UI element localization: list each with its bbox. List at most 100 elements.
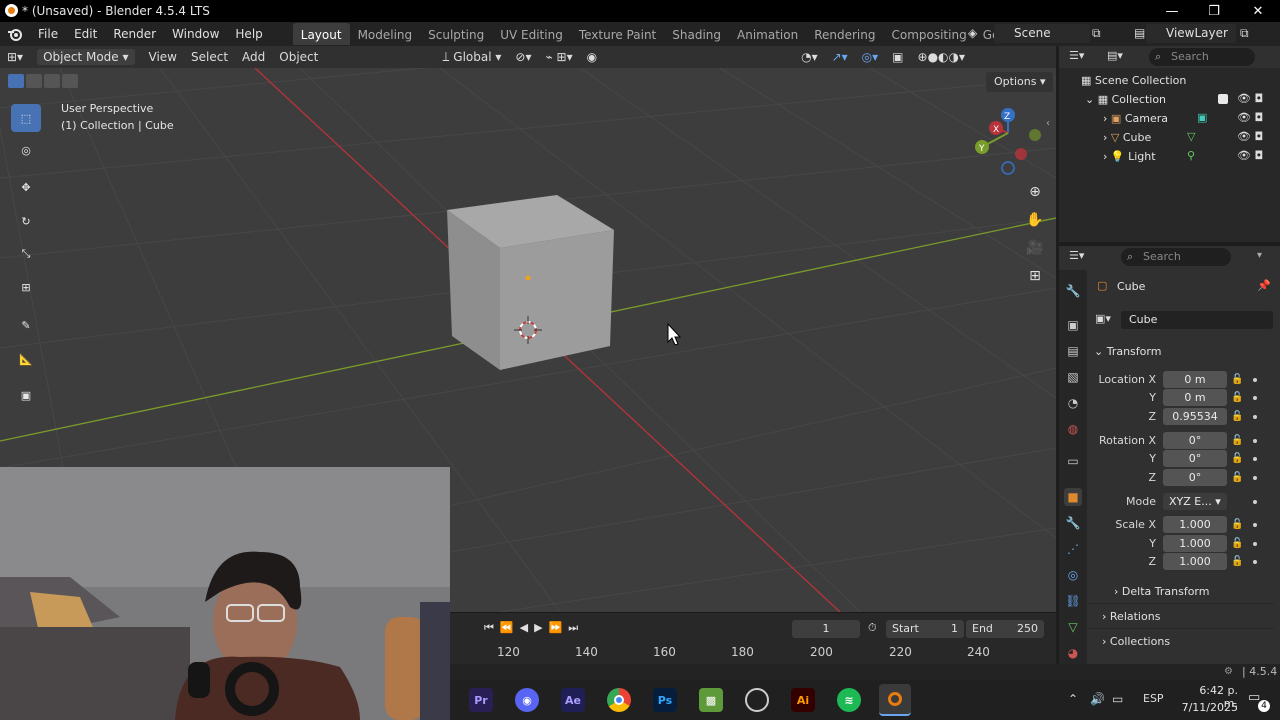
outliner-search-input[interactable]: Search bbox=[1149, 48, 1255, 66]
outliner[interactable]: ☰▾ ▤▾ Search ⌕ ▦ Scene Collection ⌄ ▦ Co… bbox=[1059, 46, 1280, 242]
keyframe-dot[interactable] bbox=[1253, 396, 1257, 400]
light-data-icon[interactable]: ⚲ bbox=[1187, 149, 1195, 162]
xray-icon[interactable]: ▣ bbox=[885, 50, 910, 64]
end-frame-field[interactable]: End 250 bbox=[966, 620, 1044, 638]
measure-tool-icon[interactable]: 📐 bbox=[11, 345, 41, 373]
play-reverse-icon[interactable]: ◀ bbox=[520, 621, 528, 635]
clock-date[interactable]: 7/11/2025 bbox=[1178, 701, 1238, 714]
properties-options-icon[interactable]: ▾ bbox=[1257, 250, 1262, 261]
minecraft-app-icon[interactable]: ▩ bbox=[699, 688, 723, 712]
menu-file[interactable]: File bbox=[30, 22, 66, 46]
discord-app-icon[interactable]: ◉ bbox=[515, 688, 539, 712]
modifier-tab-icon[interactable]: 🔧 bbox=[1064, 514, 1082, 532]
tab-texture-paint[interactable]: Texture Paint bbox=[571, 23, 664, 45]
scale-tool-icon[interactable]: ⤡ bbox=[11, 240, 41, 268]
rotation-mode-dropdown[interactable]: XYZ E... ▾ bbox=[1163, 493, 1227, 510]
network-tray-icon[interactable]: ▭ bbox=[1112, 692, 1123, 706]
new-scene-icon[interactable]: ⧉ bbox=[1092, 26, 1101, 41]
options-dropdown[interactable]: Options ▾ bbox=[986, 72, 1054, 92]
cursor-tool-icon[interactable]: ◎ bbox=[11, 136, 41, 164]
menu-window[interactable]: Window bbox=[164, 22, 227, 46]
menu-help[interactable]: Help bbox=[227, 22, 270, 46]
tab-rendering[interactable]: Rendering bbox=[806, 23, 883, 45]
object-tab-icon[interactable]: ■ bbox=[1064, 488, 1082, 506]
timeline[interactable]: ⏮ ⏪ ◀ ▶ ⏩ ⏭ 1 ⏱ Start 1 End 250 120 140 16… bbox=[450, 612, 1056, 664]
annotate-tool-icon[interactable]: ✎ bbox=[11, 311, 41, 339]
proportional-edit-icon[interactable]: ◉ bbox=[580, 50, 604, 64]
blender-taskbar-icon[interactable] bbox=[879, 684, 911, 716]
keyframe-dot[interactable] bbox=[1253, 523, 1257, 527]
prev-keyframe-icon[interactable]: ⏪ bbox=[500, 621, 514, 635]
delta-transform-panel[interactable]: › Delta Transform bbox=[1114, 585, 1209, 598]
scene-collection-row[interactable]: ▦ Scene Collection bbox=[1059, 71, 1280, 90]
scene-selector[interactable]: Scene bbox=[994, 24, 1090, 43]
editor-type-icon[interactable]: ⊞▾ bbox=[0, 50, 30, 64]
keyframe-dot[interactable] bbox=[1253, 542, 1257, 546]
physics-tab-icon[interactable]: ◎ bbox=[1064, 566, 1082, 584]
camera-visibility-eye-icon[interactable]: 👁 ◘ bbox=[1237, 111, 1263, 124]
keyframe-dot[interactable] bbox=[1253, 378, 1257, 382]
visibility-icon[interactable]: ◔▾ bbox=[794, 50, 825, 64]
light-visibility-eye-icon[interactable]: 👁 ◘ bbox=[1237, 149, 1263, 162]
spotify-app-icon[interactable]: ≋ bbox=[837, 688, 861, 712]
rotation-z-field[interactable]: 0° bbox=[1163, 469, 1227, 486]
lock-icon[interactable]: 🔓 bbox=[1231, 411, 1243, 423]
scale-x-field[interactable]: 1.000 bbox=[1163, 516, 1227, 533]
lock-icon[interactable]: 🔓 bbox=[1231, 556, 1243, 568]
current-frame-field[interactable]: 1 bbox=[792, 620, 860, 638]
object-browse-icon[interactable]: ▣▾ bbox=[1095, 312, 1111, 325]
select-subtract-icon[interactable] bbox=[44, 74, 60, 88]
obs-app-icon[interactable] bbox=[745, 688, 769, 712]
pin-icon[interactable]: 📌 bbox=[1257, 279, 1271, 292]
move-tool-icon[interactable]: ✥ bbox=[11, 173, 41, 201]
mode-dropdown[interactable]: Object Mode ▾ bbox=[30, 49, 141, 65]
location-z-field[interactable]: 0.95534 bbox=[1163, 408, 1227, 425]
location-y-field[interactable]: 0 m bbox=[1163, 389, 1227, 406]
collections-panel[interactable]: › Collections bbox=[1102, 635, 1170, 648]
collection-tab-icon[interactable]: ▭ bbox=[1064, 452, 1082, 470]
keyframe-dot[interactable] bbox=[1253, 560, 1257, 564]
data-tab-icon[interactable]: ▽ bbox=[1064, 618, 1082, 636]
menu-object[interactable]: Object bbox=[272, 50, 325, 64]
new-view-layer-icon[interactable]: ⧉ bbox=[1240, 26, 1249, 41]
tab-sculpting[interactable]: Sculpting bbox=[420, 23, 492, 45]
camera-view-icon[interactable]: 🎥 bbox=[1023, 236, 1047, 260]
play-icon[interactable]: ▶ bbox=[534, 621, 542, 635]
tab-layout[interactable]: Layout bbox=[292, 23, 350, 45]
view-layer-tab-icon[interactable]: ▧ bbox=[1064, 368, 1082, 386]
output-tab-icon[interactable]: ▤ bbox=[1064, 342, 1082, 360]
lock-icon[interactable]: 🔓 bbox=[1231, 519, 1243, 531]
gizmo-icon[interactable]: ↗▾ bbox=[825, 50, 855, 64]
sidebar-toggle-icon[interactable]: ‹ bbox=[1046, 118, 1050, 129]
menu-render[interactable]: Render bbox=[105, 22, 164, 46]
view-layer-icon[interactable]: ▤ bbox=[1134, 26, 1145, 40]
select-intersect-icon[interactable] bbox=[62, 74, 78, 88]
next-keyframe-icon[interactable]: ⏩ bbox=[549, 621, 563, 635]
tab-compositing[interactable]: Compositing bbox=[883, 23, 974, 45]
keyframe-dot[interactable] bbox=[1253, 476, 1257, 480]
tab-uv-editing[interactable]: UV Editing bbox=[492, 23, 571, 45]
zoom-icon[interactable]: ⊕ bbox=[1023, 180, 1047, 204]
orientation-dropdown[interactable]: ⟘ Global ▾ bbox=[435, 50, 508, 65]
maximize-button[interactable]: ❐ bbox=[1192, 0, 1236, 22]
select-new-icon[interactable] bbox=[8, 74, 24, 88]
rotation-x-field[interactable]: 0° bbox=[1163, 432, 1227, 449]
language-indicator[interactable]: ESP bbox=[1143, 692, 1164, 705]
premiere-app-icon[interactable]: Pr bbox=[469, 688, 493, 712]
start-frame-field[interactable]: Start 1 bbox=[886, 620, 964, 638]
tab-modeling[interactable]: Modeling bbox=[350, 23, 421, 45]
rotate-tool-icon[interactable]: ↻ bbox=[11, 207, 41, 235]
add-cube-tool-icon[interactable]: ▣ bbox=[11, 381, 41, 409]
menu-edit[interactable]: Edit bbox=[66, 22, 105, 46]
keyframe-dot[interactable] bbox=[1253, 457, 1257, 461]
constraints-tab-icon[interactable]: ⛓ bbox=[1064, 592, 1082, 610]
illustrator-app-icon[interactable]: Ai bbox=[791, 688, 815, 712]
material-tab-icon[interactable]: ◕ bbox=[1064, 644, 1082, 662]
keyframe-dot[interactable] bbox=[1253, 439, 1257, 443]
rotation-y-field[interactable]: 0° bbox=[1163, 450, 1227, 467]
menu-add[interactable]: Add bbox=[235, 50, 272, 64]
stopwatch-icon[interactable]: ⏱ bbox=[868, 621, 877, 635]
particles-tab-icon[interactable]: ⋰ bbox=[1064, 540, 1082, 558]
tab-animation[interactable]: Animation bbox=[729, 23, 806, 45]
world-tab-icon[interactable]: ◍ bbox=[1064, 420, 1082, 438]
